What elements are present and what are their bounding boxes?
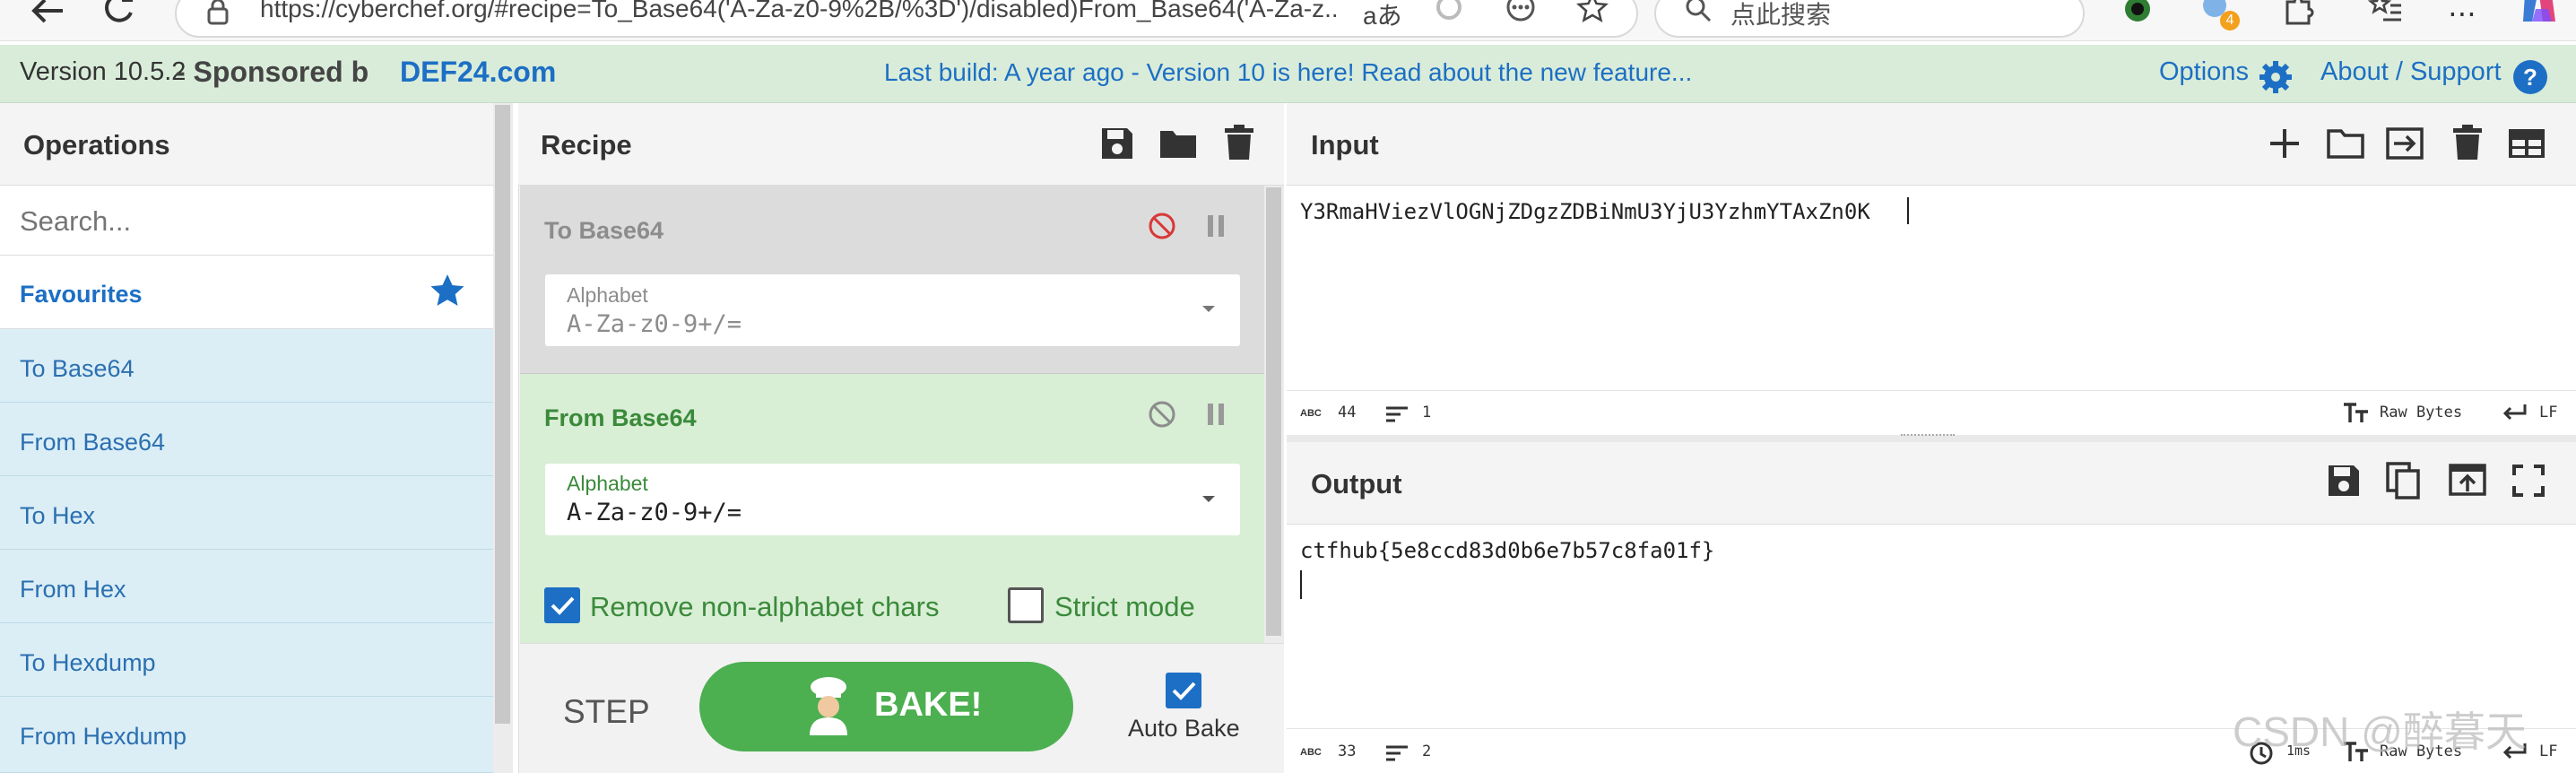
input-length: 44 <box>1338 404 1357 421</box>
strict-mode-checkbox[interactable] <box>1008 587 1044 623</box>
alphabet-label: Alphabet <box>567 472 648 495</box>
operation-label: From Hexdump <box>20 723 187 750</box>
version-label: Version 10.5.2 <box>20 57 186 86</box>
favorite-star-icon[interactable] <box>1576 0 1609 25</box>
length-abc-icon: ABC <box>1300 408 1322 419</box>
back-icon[interactable] <box>27 0 66 27</box>
operations-scrollbar-thumb[interactable] <box>495 105 510 724</box>
remove-non-alphabet-checkbox[interactable] <box>544 587 580 623</box>
output-eol[interactable]: LF <box>2539 743 2557 760</box>
replace-input-icon[interactable] <box>2448 463 2487 499</box>
open-file-icon[interactable] <box>2385 126 2424 161</box>
output-header <box>1287 442 2576 525</box>
browser-search-box[interactable] <box>1654 0 2085 38</box>
help-icon[interactable]: ? <box>2512 59 2548 95</box>
operation-label: From Base64 <box>20 429 166 456</box>
output-lines: 2 <box>1422 743 1432 760</box>
dropdown-caret-icon[interactable] <box>1201 495 1216 504</box>
operation-label: To Base64 <box>20 355 134 382</box>
last-build-link[interactable]: Last build: A year ago - Version 10 is h… <box>884 58 1692 87</box>
sponsored-label: - Sponsored b <box>176 56 369 88</box>
resize-grip[interactable] <box>1901 434 1955 437</box>
input-value[interactable]: Y3RmaHViezVlOGNjZDgzZDBiNmU3YjU3YzhmYTAx… <box>1300 199 1870 224</box>
sponsor-link[interactable]: DEF24.com <box>400 56 556 89</box>
watermark: CSDN @醉暮天 <box>2233 708 2527 755</box>
reload-icon[interactable] <box>100 0 136 27</box>
recipe-scrollbar-thumb[interactable] <box>1266 187 1281 636</box>
search-icon <box>1684 0 1713 23</box>
reset-layout-icon[interactable] <box>2507 127 2546 160</box>
input-encoding[interactable]: Raw Bytes <box>2380 404 2462 421</box>
operation-label: From Hex <box>20 576 126 603</box>
input-title: Input <box>1311 129 1379 161</box>
refresh-site-icon[interactable] <box>1433 0 1465 25</box>
eol-return-icon[interactable] <box>2502 404 2527 421</box>
output-value[interactable]: ctfhub{5e8ccd83d0b6e7b57c8fa01f} <box>1300 538 1714 563</box>
lock-icon[interactable] <box>204 0 231 25</box>
extension-icon[interactable] <box>2123 0 2152 23</box>
extension-badge: 4 <box>2220 11 2240 30</box>
chef-icon <box>801 676 856 735</box>
read-aloud-icon[interactable]: aあ <box>1363 0 1402 32</box>
url-text[interactable]: https://cyberchef.org/#recipe=To_Base64(… <box>260 0 1336 23</box>
save-recipe-icon[interactable] <box>1099 126 1135 161</box>
auto-bake-checkbox[interactable] <box>1166 673 1201 708</box>
bake-label: BAKE! <box>874 686 983 724</box>
disable-op-icon[interactable] <box>1148 212 1176 240</box>
input-text-cursor <box>1907 197 1909 224</box>
load-recipe-folder-icon[interactable] <box>1158 126 1198 161</box>
browser-menu-icon[interactable]: ⋯ <box>2448 0 2476 30</box>
recipe-op-title: To Base64 <box>544 217 664 244</box>
options-gear-icon[interactable] <box>2258 59 2294 95</box>
input-eol[interactable]: LF <box>2539 404 2557 421</box>
breakpoint-pause-icon[interactable] <box>1205 213 1227 239</box>
maximise-output-icon[interactable] <box>2512 465 2545 497</box>
input-header <box>1287 103 2576 186</box>
operation-label: To Hex <box>20 502 96 529</box>
recipe-title: Recipe <box>541 129 632 161</box>
lines-icon <box>1385 405 1409 423</box>
clear-input-trash-icon[interactable] <box>2451 124 2484 161</box>
input-lines: 1 <box>1422 404 1432 421</box>
auto-bake-label[interactable]: Auto Bake <box>1128 715 1240 743</box>
recipe-op-title: From Base64 <box>544 404 697 431</box>
output-text-cursor <box>1300 570 1302 599</box>
remove-non-alphabet-label[interactable]: Remove non-alphabet chars <box>590 591 939 623</box>
disable-op-icon[interactable] <box>1148 400 1176 429</box>
options-link[interactable]: Options <box>2159 57 2249 87</box>
length-abc-icon: ABC <box>1300 747 1322 758</box>
output-title: Output <box>1311 468 1402 499</box>
alphabet-value: A-Za-z0-9+/= <box>567 310 742 338</box>
output-length: 33 <box>1338 743 1357 760</box>
save-output-icon[interactable] <box>2326 463 2362 499</box>
copy-output-icon[interactable] <box>2385 461 2421 500</box>
about-support-link[interactable]: About / Support <box>2320 57 2502 87</box>
alphabet-value: A-Za-z0-9+/= <box>567 499 742 526</box>
favourites-star-icon[interactable] <box>429 273 466 310</box>
extensions-puzzle-icon[interactable] <box>2282 0 2314 25</box>
favourites-label: Favourites <box>20 281 143 308</box>
copilot-icon[interactable] <box>2520 0 2559 27</box>
clear-recipe-trash-icon[interactable] <box>1223 124 1255 161</box>
text-encoding-icon[interactable] <box>2343 402 2370 423</box>
operations-search-input[interactable] <box>18 204 466 239</box>
step-button[interactable]: STEP <box>563 693 650 731</box>
operations-title: Operations <box>23 129 170 161</box>
alphabet-label: Alphabet <box>567 283 648 307</box>
breakpoint-pause-icon[interactable] <box>1205 402 1227 427</box>
operation-label: To Hexdump <box>20 649 156 676</box>
dropdown-caret-icon[interactable] <box>1201 305 1216 314</box>
add-input-tab-plus-icon[interactable] <box>2268 127 2301 160</box>
open-folder-icon[interactable] <box>2326 126 2365 161</box>
more-actions-icon[interactable] <box>1505 0 1537 25</box>
favorites-list-icon[interactable] <box>2367 0 2403 25</box>
lines-icon <box>1385 744 1409 762</box>
browser-search-placeholder[interactable]: 点此搜索 <box>1730 0 1831 31</box>
strict-mode-label[interactable]: Strict mode <box>1054 591 1195 623</box>
svg-text:?: ? <box>2523 64 2537 91</box>
